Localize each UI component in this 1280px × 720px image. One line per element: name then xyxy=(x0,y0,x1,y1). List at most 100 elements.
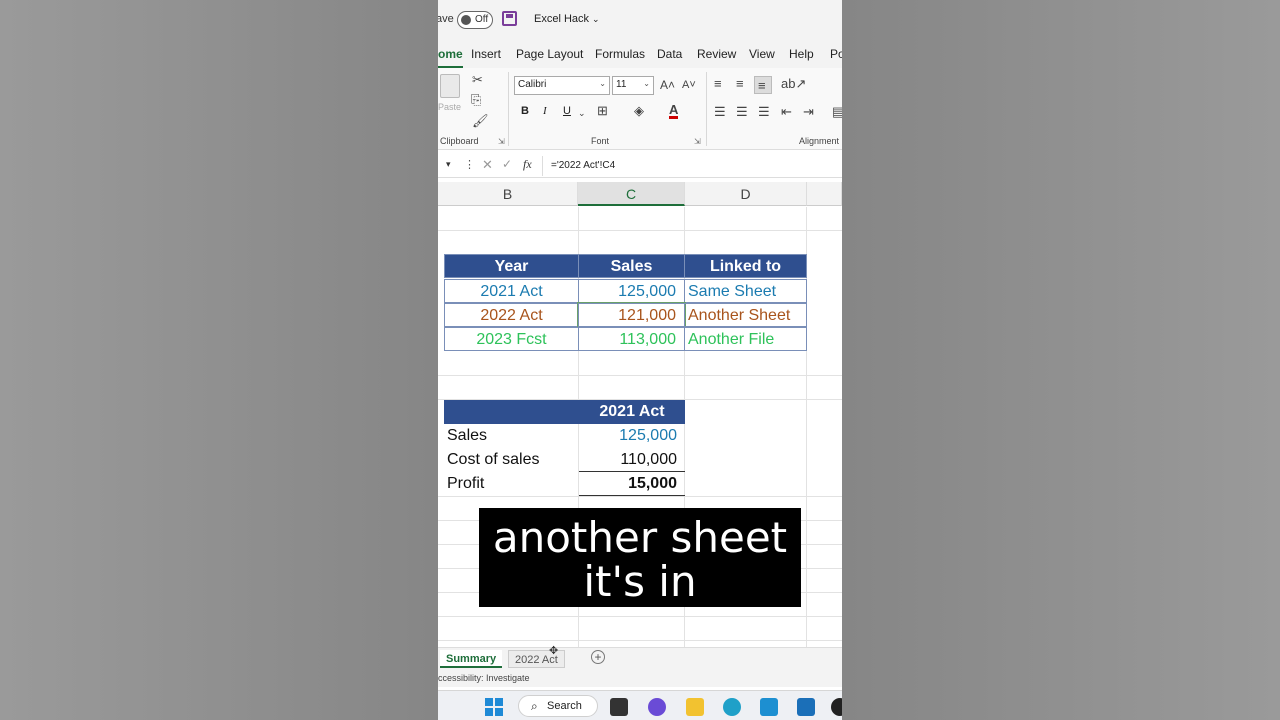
align-bottom-icon: ≡ xyxy=(758,78,766,93)
table1-linked-cell[interactable]: Another File xyxy=(684,327,807,351)
font-color-icon[interactable]: A xyxy=(669,103,679,119)
dell-icon[interactable] xyxy=(831,698,842,716)
column-header-d[interactable]: D xyxy=(685,182,807,206)
font-name-select[interactable]: Calibri ⌄ xyxy=(514,76,610,95)
copy-icon[interactable]: ⎘ xyxy=(471,93,481,107)
table1-year-cell[interactable]: 2022 Act xyxy=(444,303,579,327)
italic-button[interactable]: I xyxy=(543,105,547,117)
group-divider xyxy=(508,72,509,146)
table2-label-cell[interactable]: Profit xyxy=(444,472,578,496)
paste-label: Paste xyxy=(438,102,462,112)
table1-year-cell[interactable]: 2023 Fcst xyxy=(444,327,579,351)
font-launcher-icon[interactable]: ⇲ xyxy=(694,137,701,146)
align-middle-icon[interactable]: ≡ xyxy=(736,77,744,91)
tab-home[interactable]: ome xyxy=(438,47,463,68)
table2-value-cell[interactable]: 110,000 xyxy=(579,448,685,472)
table1-linked-cell[interactable]: Same Sheet xyxy=(684,279,807,303)
file-explorer-icon[interactable] xyxy=(686,698,704,716)
font-size-select[interactable]: 11 ⌄ xyxy=(612,76,654,95)
align-top-icon[interactable]: ≡ xyxy=(714,77,722,91)
enter-icon[interactable]: ✓ xyxy=(502,157,512,171)
column-header-c[interactable]: C xyxy=(578,182,685,206)
name-box-dropdown-icon[interactable]: ▾ xyxy=(446,159,451,170)
table2-value-cell[interactable]: 125,000 xyxy=(579,424,685,448)
tab-more[interactable]: Po xyxy=(830,47,842,61)
formula-input[interactable]: ='2022 Act'!C4 xyxy=(551,160,615,171)
autosave-label: ave xyxy=(438,13,454,25)
chevron-down-icon: ⌄ xyxy=(599,79,606,88)
table2-value-cell-profit[interactable]: 15,000 xyxy=(579,472,685,496)
orientation-icon[interactable]: ab↗ xyxy=(781,77,806,91)
table1-header-sales[interactable]: Sales xyxy=(578,254,685,278)
paste-icon[interactable] xyxy=(440,74,460,98)
align-right-icon[interactable]: ☰ xyxy=(758,105,770,119)
formula-bar: ▾ ⋮ ✕ ✓ fx ='2022 Act'!C4 xyxy=(438,154,842,178)
increase-indent-icon[interactable]: ⇥ xyxy=(803,105,814,119)
table2-label-cell[interactable]: Sales xyxy=(444,424,578,448)
column-header-b[interactable]: B xyxy=(438,182,578,206)
underline-button[interactable]: U xyxy=(563,105,571,117)
table1-header-linked[interactable]: Linked to xyxy=(684,254,807,278)
tab-review[interactable]: Review xyxy=(697,47,736,61)
edge-icon[interactable] xyxy=(723,698,741,716)
add-sheet-button[interactable]: + xyxy=(591,650,605,664)
column-header-e[interactable] xyxy=(807,182,842,206)
table1-year-cell[interactable]: 2021 Act xyxy=(444,279,579,303)
windows-start-icon[interactable] xyxy=(485,698,503,716)
fill-color-icon[interactable]: ◈ xyxy=(634,104,644,118)
font-group-label: Font xyxy=(591,136,610,146)
cancel-icon[interactable]: ✕ xyxy=(482,157,493,173)
search-icon: ⌕ xyxy=(531,699,538,713)
taskbar-search[interactable]: ⌕ Search xyxy=(518,695,598,717)
left-background xyxy=(0,0,438,720)
tab-page-layout[interactable]: Page Layout xyxy=(516,47,583,61)
font-name-value: Calibri xyxy=(518,79,547,90)
store-icon[interactable] xyxy=(797,698,815,716)
tab-formulas[interactable]: Formulas xyxy=(595,47,645,61)
borders-icon[interactable]: ⊞ xyxy=(597,104,608,118)
autosave-toggle[interactable]: Off xyxy=(457,11,493,29)
table1-linked-cell[interactable]: Another Sheet xyxy=(684,303,807,327)
table2-header-blank[interactable] xyxy=(444,400,579,424)
tab-data[interactable]: Data xyxy=(657,47,682,61)
autosave-state: Off xyxy=(475,14,489,25)
chevron-down-icon[interactable]: ⌄ xyxy=(578,106,586,120)
font-size-value: 11 xyxy=(616,79,627,90)
decrease-indent-icon[interactable]: ⇤ xyxy=(781,105,792,119)
align-center-icon[interactable]: ☰ xyxy=(736,105,748,119)
insert-function-button[interactable]: fx xyxy=(523,157,532,172)
table1-sales-cell[interactable]: 125,000 xyxy=(578,279,685,303)
align-left-icon[interactable]: ☰ xyxy=(714,105,726,119)
sheet-tab-summary[interactable]: Summary xyxy=(440,650,503,668)
merge-icon[interactable]: ▤ xyxy=(832,105,842,119)
clipboard-launcher-icon[interactable]: ⇲ xyxy=(498,137,505,146)
file-name-text: Excel Hack xyxy=(534,13,590,25)
grid-line xyxy=(438,230,842,231)
file-name[interactable]: Excel Hack ⌄ xyxy=(534,13,600,25)
table2-header-2021[interactable]: 2021 Act xyxy=(579,400,685,424)
table1-sales-cell[interactable]: 113,000 xyxy=(578,327,685,351)
format-painter-icon[interactable]: 🖌 xyxy=(472,114,489,128)
increase-font-icon[interactable]: A˄ xyxy=(660,78,675,92)
teams-icon[interactable] xyxy=(648,698,666,716)
table2-label-cell[interactable]: Cost of sales xyxy=(444,448,578,472)
table1-sales-cell-selected[interactable]: 121,000 xyxy=(577,302,686,328)
task-view-icon[interactable] xyxy=(610,698,628,716)
grid-line xyxy=(438,616,842,617)
table1-header-year[interactable]: Year xyxy=(444,254,579,278)
grid-line xyxy=(438,640,842,641)
bold-button[interactable]: B xyxy=(521,105,529,117)
accessibility-status[interactable]: ccessibility: Investigate xyxy=(438,673,530,683)
right-background xyxy=(842,0,1280,720)
tab-view[interactable]: View xyxy=(749,47,775,61)
align-bottom-button[interactable]: ≡ xyxy=(754,76,772,94)
tab-help[interactable]: Help xyxy=(789,47,814,61)
decrease-font-icon[interactable]: A˅ xyxy=(682,78,696,92)
video-caption: another sheet it's in xyxy=(479,508,801,607)
cut-icon[interactable]: ✂ xyxy=(472,73,483,87)
outlook-icon[interactable] xyxy=(760,698,778,716)
taskbar-search-label: Search xyxy=(547,700,582,712)
tab-insert[interactable]: Insert xyxy=(471,47,501,61)
grid-line xyxy=(438,375,842,376)
save-icon[interactable] xyxy=(502,11,517,26)
